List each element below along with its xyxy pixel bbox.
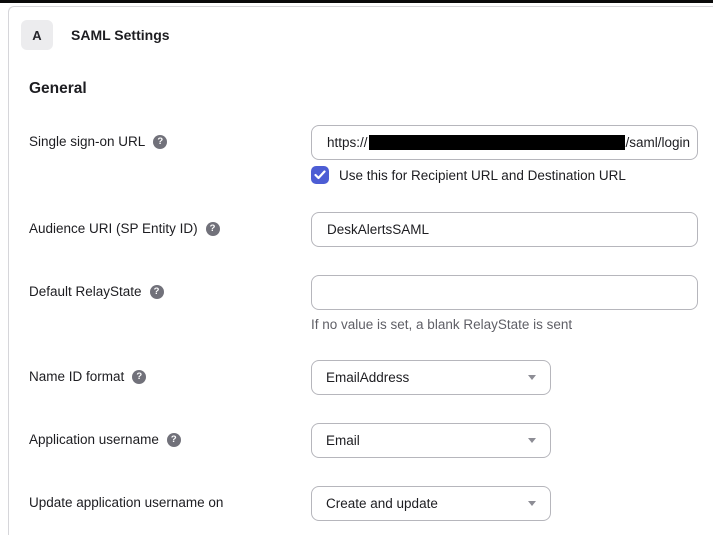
update-app-username-label: Update application username on: [29, 495, 224, 510]
field-label: Default RelayState ?: [29, 275, 311, 299]
relaystate-hint: If no value is set, a blank RelayState i…: [311, 317, 573, 332]
single-sign-on-url-label: Single sign-on URL: [29, 134, 146, 149]
sso-url-suffix: /saml/login: [625, 135, 691, 150]
recipient-url-checkbox[interactable]: [311, 166, 329, 184]
help-icon[interactable]: ?: [132, 369, 147, 384]
row-name-id-format: Name ID format ? EmailAddress: [29, 360, 713, 395]
recipient-url-checkbox-label: Use this for Recipient URL and Destinati…: [339, 167, 626, 183]
caret-down-icon: [528, 375, 536, 380]
help-icon[interactable]: ?: [153, 134, 168, 149]
top-divider-bar: [0, 0, 713, 3]
saml-settings-panel: A SAML Settings General Single sign-on U…: [8, 6, 713, 535]
saml-settings-form: Single sign-on URL ? https:// /saml/logi…: [29, 125, 713, 521]
name-id-format-select[interactable]: EmailAddress: [311, 360, 551, 395]
panel-title: SAML Settings: [71, 27, 170, 43]
row-single-sign-on-url: Single sign-on URL ? https:// /saml/logi…: [29, 125, 713, 184]
row-application-username: Application username ? Email: [29, 423, 713, 458]
check-icon: [314, 170, 326, 180]
field-label: Application username ?: [29, 423, 311, 447]
sso-url-prefix: https://: [327, 135, 368, 150]
field-label: Update application username on: [29, 486, 311, 510]
recipient-url-checkbox-row: Use this for Recipient URL and Destinati…: [311, 166, 698, 184]
redaction-bar: [368, 135, 625, 150]
audience-uri-label: Audience URI (SP Entity ID): [29, 221, 198, 236]
section-title-general: General: [29, 80, 87, 97]
section-badge: A: [21, 20, 53, 50]
name-id-format-label: Name ID format: [29, 369, 125, 384]
application-username-value: Email: [326, 433, 360, 448]
name-id-format-value: EmailAddress: [326, 370, 410, 385]
panel-header: A SAML Settings: [9, 7, 713, 50]
row-default-relaystate: Default RelayState ? If no value is set,…: [29, 275, 713, 332]
application-username-label: Application username: [29, 432, 159, 447]
default-relaystate-input[interactable]: [311, 275, 698, 310]
audience-uri-input[interactable]: [311, 212, 698, 247]
application-username-select[interactable]: Email: [311, 423, 551, 458]
caret-down-icon: [528, 438, 536, 443]
help-icon[interactable]: ?: [149, 284, 164, 299]
caret-down-icon: [528, 501, 536, 506]
row-audience-uri: Audience URI (SP Entity ID) ?: [29, 212, 713, 247]
help-icon[interactable]: ?: [205, 221, 220, 236]
update-app-username-select[interactable]: Create and update: [311, 486, 551, 521]
field-label: Single sign-on URL ?: [29, 125, 311, 149]
field-label: Audience URI (SP Entity ID) ?: [29, 212, 311, 236]
sso-url-input[interactable]: https:// /saml/login: [311, 125, 698, 160]
help-icon[interactable]: ?: [166, 432, 181, 447]
row-update-app-username: Update application username on Create an…: [29, 486, 713, 521]
default-relaystate-label: Default RelayState: [29, 284, 142, 299]
field-label: Name ID format ?: [29, 360, 311, 384]
update-app-username-value: Create and update: [326, 496, 438, 511]
